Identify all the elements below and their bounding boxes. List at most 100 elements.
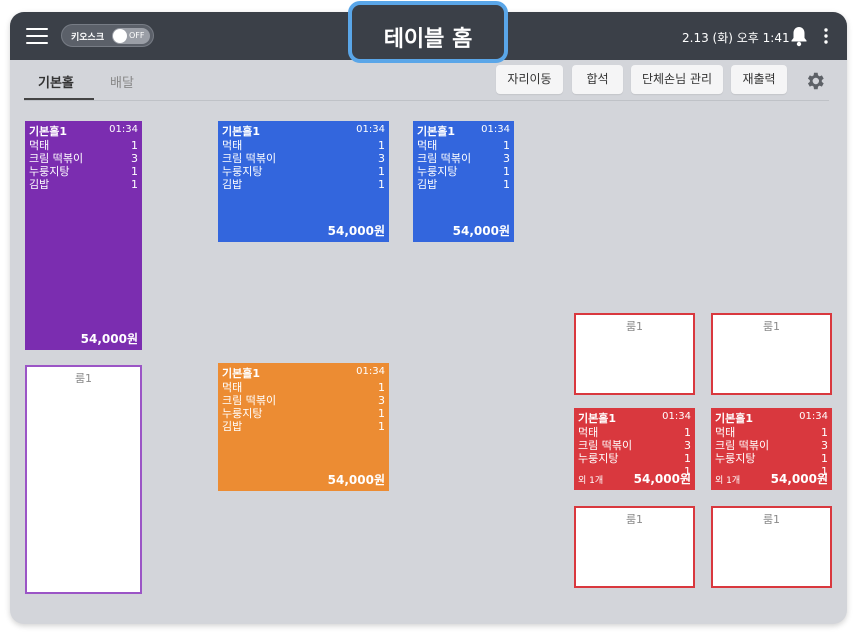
reprint-button[interactable]: 재출력: [731, 65, 787, 94]
empty-room-card[interactable]: 룸1: [711, 506, 832, 588]
order-item-name: 누룽지탕: [417, 165, 458, 178]
empty-room-card[interactable]: 룸1: [25, 365, 142, 594]
table-time: 01:34: [481, 124, 510, 135]
order-item-qty: 3: [131, 152, 138, 165]
table-name: 기본홀1: [29, 125, 68, 138]
tablet-screen: 키오스크 OFF 2.13 (화) 오후 1:41 기본홀 배달 자리이동 합석…: [10, 12, 847, 624]
order-item-name: 누룽지탕: [578, 452, 619, 465]
order-item-qty: 3: [378, 394, 385, 407]
order-item-qty: 1: [131, 165, 138, 178]
empty-room-card[interactable]: 룸1: [711, 313, 832, 395]
order-item-name: 김밥: [222, 420, 243, 433]
table-total: 54,000원: [770, 472, 828, 486]
table-card[interactable]: 기본홀1 01:34 먹태 1 크림 떡볶이 3 누룽지탕 1 김밥 1 54,…: [25, 121, 142, 350]
table-time: 01:34: [356, 366, 385, 377]
merge-table-button[interactable]: 합석: [572, 65, 623, 94]
order-item-name: 크림 떡볶이: [417, 152, 472, 165]
table-name: 기본홀1: [578, 412, 617, 425]
bell-icon[interactable]: [789, 25, 809, 47]
room-name: 룸1: [762, 320, 781, 333]
empty-room-card[interactable]: 룸1: [574, 313, 695, 395]
order-item-name: 누룽지탕: [222, 407, 263, 420]
order-item-qty: 1: [131, 178, 138, 191]
table-time: 01:34: [799, 411, 828, 422]
tab-delivery[interactable]: 배달: [110, 72, 134, 91]
order-item-name: 김밥: [222, 178, 243, 191]
kiosk-state: OFF: [129, 31, 145, 40]
table-time: 01:34: [662, 411, 691, 422]
page-title: 테이블 홈: [383, 27, 473, 52]
order-item-qty: 3: [503, 152, 510, 165]
table-total: 54,000원: [327, 473, 385, 487]
order-item-qty: 1: [503, 165, 510, 178]
order-item-qty: 1: [684, 426, 691, 439]
order-item-qty: 1: [378, 178, 385, 191]
room-name: 룸1: [762, 513, 781, 526]
order-item-name: 김밥: [29, 178, 50, 191]
order-item-name: 먹태: [222, 139, 243, 152]
move-seat-button[interactable]: 자리이동: [496, 65, 563, 94]
table-total: 54,000원: [452, 224, 510, 238]
kiosk-toggle[interactable]: 키오스크 OFF: [61, 24, 154, 47]
order-item-qty: 1: [378, 165, 385, 178]
order-item-qty: 1: [503, 178, 510, 191]
hamburger-menu-icon[interactable]: [26, 27, 48, 45]
order-item-name: 먹태: [715, 426, 736, 439]
empty-room-card[interactable]: 룸1: [574, 506, 695, 588]
order-item-name: 먹태: [29, 139, 50, 152]
room-name: 룸1: [74, 372, 93, 385]
table-time: 01:34: [356, 124, 385, 135]
table-card[interactable]: 기본홀1 01:34 먹태 1 크림 떡볶이 3 누룽지탕 1 김밥 1 54,…: [218, 363, 389, 491]
room-name: 룸1: [625, 513, 644, 526]
order-item-name: 누룽지탕: [715, 452, 756, 465]
tab-home[interactable]: 기본홀: [38, 72, 74, 91]
table-name: 기본홀1: [417, 125, 456, 138]
order-item-name: 누룽지탕: [29, 165, 70, 178]
order-item-name: 먹태: [417, 139, 438, 152]
table-card[interactable]: 기본홀1 01:34 먹태 1 크림 떡볶이 3 누룽지탕 1 1 외 1개 5…: [711, 408, 832, 490]
table-name: 기본홀1: [715, 412, 754, 425]
order-item-qty: 1: [378, 420, 385, 433]
order-item-qty: 1: [684, 452, 691, 465]
order-item-name: 먹태: [578, 426, 599, 439]
more-vertical-icon[interactable]: [818, 25, 834, 47]
room-name: 룸1: [625, 320, 644, 333]
more-items-count: 외 1개: [715, 476, 741, 486]
order-item-name: 김밥: [417, 178, 438, 191]
order-item-qty: 1: [503, 139, 510, 152]
gear-icon[interactable]: [804, 70, 826, 92]
order-item-qty: 1: [821, 426, 828, 439]
table-time: 01:34: [109, 124, 138, 135]
table-card[interactable]: 기본홀1 01:34 먹태 1 크림 떡볶이 3 누룽지탕 1 김밥 1 54,…: [218, 121, 389, 242]
order-item-qty: 3: [378, 152, 385, 165]
order-item-qty: 1: [378, 381, 385, 394]
kiosk-label: 키오스크: [71, 33, 105, 43]
order-item-name: 크림 떡볶이: [222, 394, 277, 407]
order-item-name: 크림 떡볶이: [29, 152, 84, 165]
tab-divider: [24, 100, 829, 101]
page-title-highlight: 테이블 홈: [348, 1, 508, 63]
table-name: 기본홀1: [222, 125, 261, 138]
order-item-name: 먹태: [222, 381, 243, 394]
order-item-name: 크림 떡볶이: [715, 439, 770, 452]
order-item-qty: 1: [821, 452, 828, 465]
table-total: 54,000원: [327, 224, 385, 238]
more-items-count: 외 1개: [578, 476, 604, 486]
order-item-qty: 1: [378, 139, 385, 152]
kiosk-switch[interactable]: OFF: [112, 28, 150, 44]
order-item-name: 누룽지탕: [222, 165, 263, 178]
table-total: 54,000원: [80, 332, 138, 346]
table-card[interactable]: 기본홀1 01:34 먹태 1 크림 떡볶이 3 누룽지탕 1 김밥 1 54,…: [413, 121, 514, 242]
order-item-qty: 1: [131, 139, 138, 152]
order-item-name: 크림 떡볶이: [578, 439, 633, 452]
table-card[interactable]: 기본홀1 01:34 먹태 1 크림 떡볶이 3 누룽지탕 1 1 외 1개 5…: [574, 408, 695, 490]
switch-knob: [113, 29, 127, 43]
order-item-name: 크림 떡볶이: [222, 152, 277, 165]
order-item-qty: 1: [378, 407, 385, 420]
datetime: 2.13 (화) 오후 1:41: [682, 31, 790, 45]
table-total: 54,000원: [633, 472, 691, 486]
order-item-qty: 3: [821, 439, 828, 452]
table-name: 기본홀1: [222, 367, 261, 380]
order-item-qty: 3: [684, 439, 691, 452]
group-guest-button[interactable]: 단체손님 관리: [631, 65, 723, 94]
